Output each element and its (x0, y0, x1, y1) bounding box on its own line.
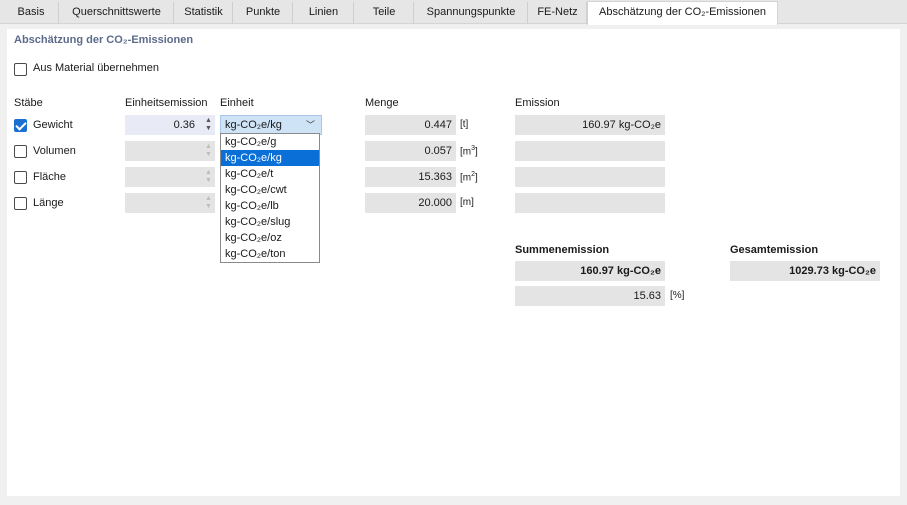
gewicht-checkbox[interactable] (14, 119, 27, 132)
spinner-down-icon: ▼ (205, 177, 212, 184)
laenge-spinner: ▲ ▼ (205, 195, 212, 211)
unit-combobox-value: kg-CO₂e/kg (225, 119, 282, 131)
spinner-down-icon[interactable]: ▼ (205, 125, 212, 133)
header-emission: Emission (515, 97, 560, 109)
header-staebe: Stäbe (14, 97, 43, 109)
unit-option[interactable]: kg-CO₂e/t (221, 166, 319, 182)
unit-option[interactable]: kg-CO₂e/oz (221, 230, 319, 246)
gewicht-quantity: 0.447 (365, 115, 456, 135)
tab-linien[interactable]: Linien (294, 2, 354, 24)
summenemission-percent-unit: [%] (670, 290, 685, 301)
header-menge: Menge (365, 97, 399, 109)
volumen-quantity-unit: [m3] (460, 145, 478, 158)
unit-option[interactable]: kg-CO₂e/slug (221, 214, 319, 230)
from-material-label: Aus Material übernehmen (33, 62, 159, 74)
flaeche-quantity-unit: [m2] (460, 171, 478, 184)
header-einheitsemission: Einheitsemission (125, 97, 208, 109)
volumen-label: Volumen (33, 145, 76, 157)
unit-option[interactable]: kg-CO₂e/ton (221, 246, 319, 262)
tab-fe-netz[interactable]: FE-Netz (529, 2, 587, 24)
gewicht-quantity-unit: [t] (460, 119, 469, 130)
flaeche-spinner: ▲ ▼ (205, 169, 212, 185)
volumen-spinner: ▲ ▼ (205, 143, 212, 159)
flaeche-unit-emission-input[interactable]: ▲ ▼ (125, 167, 215, 187)
unit-dropdown-list: kg-CO₂e/g kg-CO₂e/kg kg-CO₂e/t kg-CO₂e/c… (220, 133, 320, 263)
spinner-up-icon: ▲ (205, 195, 212, 202)
spinner-down-icon: ▼ (205, 203, 212, 210)
tab-basis[interactable]: Basis (4, 2, 59, 24)
gewicht-label: Gewicht (33, 119, 73, 131)
tab-teile[interactable]: Teile (355, 2, 414, 24)
laenge-label: Länge (33, 197, 64, 209)
spinner-up-icon: ▲ (205, 143, 212, 150)
laenge-checkbox[interactable] (14, 197, 27, 210)
header-einheit: Einheit (220, 97, 254, 109)
gesamtemission-heading: Gesamtemission (730, 244, 819, 256)
summenemission-heading: Summenemission (515, 244, 610, 256)
gewicht-spinner[interactable]: ▲ ▼ (205, 117, 212, 133)
tab-statistik[interactable]: Statistik (175, 2, 233, 24)
volumen-quantity: 0.057 (365, 141, 456, 161)
volumen-unit-emission-input[interactable]: ▲ ▼ (125, 141, 215, 161)
spinner-up-icon[interactable]: ▲ (205, 117, 212, 125)
laenge-unit-emission-input[interactable]: ▲ ▼ (125, 193, 215, 213)
tab-querschnittswerte[interactable]: Querschnittswerte (60, 2, 174, 24)
tab-co2-emissionen[interactable]: Abschätzung der CO₂-Emissionen (587, 1, 778, 25)
flaeche-checkbox[interactable] (14, 171, 27, 184)
chevron-down-icon[interactable]: ﹀ (306, 116, 315, 134)
unit-combobox[interactable]: kg-CO₂e/kg ﹀ (220, 115, 322, 135)
gewicht-unit-emission-value: 0.36 (173, 119, 195, 131)
spinner-down-icon: ▼ (205, 151, 212, 158)
volumen-checkbox[interactable] (14, 145, 27, 158)
section-title: Abschätzung der CO₂-Emissionen (14, 34, 194, 46)
summenemission-value: 160.97 kg-CO₂e (515, 261, 665, 281)
gesamtemission-value: 1029.73 kg-CO₂e (730, 261, 880, 281)
unit-option[interactable]: kg-CO₂e/cwt (221, 182, 319, 198)
tab-spannungspunkte[interactable]: Spannungspunkte (415, 2, 528, 24)
flaeche-quantity: 15.363 (365, 167, 456, 187)
volumen-emission (515, 141, 665, 161)
laenge-quantity-unit: [m] (460, 197, 474, 208)
tab-punkte[interactable]: Punkte (234, 2, 293, 24)
flaeche-emission (515, 167, 665, 187)
from-material-checkbox[interactable] (14, 63, 27, 76)
spinner-up-icon: ▲ (205, 169, 212, 176)
flaeche-label: Fläche (33, 171, 67, 183)
tab-bar: Basis Querschnittswerte Statistik Punkte… (0, 0, 907, 25)
gewicht-emission: 160.97 kg-CO₂e (515, 115, 665, 135)
unit-option-selected[interactable]: kg-CO₂e/kg (221, 150, 319, 166)
co2-panel: Abschätzung der CO₂-Emissionen Aus Mater… (7, 29, 900, 496)
unit-option[interactable]: kg-CO₂e/lb (221, 198, 319, 214)
gewicht-unit-emission-input[interactable]: 0.36 ▲ ▼ (125, 115, 215, 135)
laenge-emission (515, 193, 665, 213)
summenemission-percent: 15.63 (515, 286, 665, 306)
laenge-quantity: 20.000 (365, 193, 456, 213)
unit-option[interactable]: kg-CO₂e/g (221, 134, 319, 150)
